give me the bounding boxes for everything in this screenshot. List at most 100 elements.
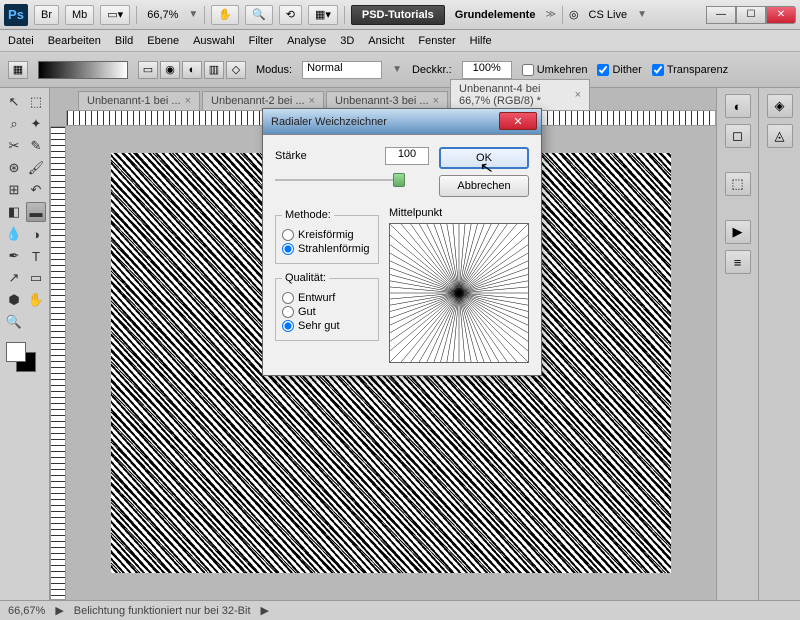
photoshop-logo: Ps (4, 4, 28, 26)
amount-slider[interactable] (275, 171, 405, 189)
pen-tool[interactable]: ✒ (4, 246, 24, 266)
zoom-display[interactable]: 66,7% (143, 9, 182, 21)
menu-3d[interactable]: 3D (340, 35, 354, 47)
tab-close-icon[interactable]: × (309, 95, 315, 107)
lasso-tool[interactable]: ⌕ (4, 114, 24, 134)
dialog-title: Radialer Weichzeichner (271, 116, 387, 128)
hand-tool-shortcut[interactable]: ✋ (211, 5, 239, 25)
amount-label: Stärke (275, 150, 307, 162)
transparency-checkbox[interactable]: Transparenz (652, 64, 728, 76)
color-swatches[interactable] (4, 340, 46, 376)
cancel-button[interactable]: Abbrechen (439, 175, 529, 197)
shape-tool[interactable]: ▭ (26, 268, 46, 288)
modus-select[interactable]: Normal (302, 61, 382, 79)
amount-input[interactable]: 100 (385, 147, 429, 165)
eyedropper-tool[interactable]: ✎ (26, 136, 46, 156)
close-button[interactable]: ✕ (766, 6, 796, 24)
minimize-button[interactable]: — (706, 6, 736, 24)
wand-tool[interactable]: ✦ (26, 114, 46, 134)
menu-hilfe[interactable]: Hilfe (470, 35, 492, 47)
ruler-vertical[interactable] (50, 126, 66, 600)
heal-tool[interactable]: ⊛ (4, 158, 24, 178)
options-bar: ▦ ▭ ◉ ◐ ▥ ◇ Modus: Normal▼ Deckkr.: 100%… (0, 52, 800, 88)
brush-tool[interactable]: 🖌 (26, 158, 46, 178)
marquee-tool[interactable]: ⬚ (26, 92, 46, 112)
linear-gradient-icon[interactable]: ▭ (138, 61, 158, 79)
quality-option-0[interactable]: Entwurf (282, 292, 372, 304)
bridge-button[interactable]: Br (34, 5, 59, 25)
arrange-docs-button[interactable]: ▦▾ (308, 5, 338, 25)
angle-gradient-icon[interactable]: ◐ (182, 61, 202, 79)
zoom-tool-shortcut[interactable]: 🔍 (245, 5, 273, 25)
reflected-gradient-icon[interactable]: ▥ (204, 61, 224, 79)
rotate-view-shortcut[interactable]: ⟲ (279, 5, 302, 25)
path-select-tool[interactable]: ↗ (4, 268, 24, 288)
quality-label: Qualität: (282, 272, 329, 284)
reverse-checkbox[interactable]: Umkehren (522, 64, 588, 76)
workspace-brand[interactable]: PSD-Tutorials (351, 5, 445, 25)
eraser-tool[interactable]: ◧ (4, 202, 24, 222)
radial-blur-dialog: Radialer Weichzeichner ✕ Stärke 100 OK A… (262, 108, 542, 376)
menu-fenster[interactable]: Fenster (418, 35, 455, 47)
method-option-0[interactable]: Kreisförmig (282, 229, 372, 241)
quality-option-1[interactable]: Gut (282, 306, 372, 318)
styles-panel-icon[interactable]: ◬ (767, 124, 793, 148)
dither-checkbox[interactable]: Dither (597, 64, 641, 76)
layers-panel-icon[interactable]: ⬚ (725, 172, 751, 196)
adjustments-panel-icon[interactable]: ◻ (725, 124, 751, 148)
modus-label: Modus: (256, 64, 292, 76)
radial-gradient-icon[interactable]: ◉ (160, 61, 180, 79)
doctab-3[interactable]: Unbenannt-4 bei 66,7% (RGB/8) *× (450, 79, 590, 110)
workspace-name[interactable]: Grundelemente (451, 9, 540, 21)
move-tool[interactable]: ↖ (4, 92, 24, 112)
menu-ansicht[interactable]: Ansicht (368, 35, 404, 47)
stamp-tool[interactable]: ⊞ (4, 180, 24, 200)
swatches-panel-icon[interactable]: ◈ (767, 94, 793, 118)
tab-close-icon[interactable]: × (433, 95, 439, 107)
tool-preset-picker[interactable]: ▦ (8, 61, 28, 79)
gradient-tool[interactable]: ▬ (26, 202, 46, 222)
color-panel-icon[interactable]: ◐ (725, 94, 751, 118)
screen-mode-button[interactable]: ▭▾ (100, 5, 130, 25)
maximize-button[interactable]: ☐ (736, 6, 766, 24)
toolbox: ↖ ⬚ ⌕ ✦ ✂ ✎ ⊛ 🖌 ⊞ ↶ ◧ ▬ 💧 ◑ ✒ T ↗ ▭ ⬢ ✋ … (0, 88, 50, 600)
menu-ebene[interactable]: Ebene (147, 35, 179, 47)
dialog-close-button[interactable]: ✕ (499, 112, 537, 130)
history-brush-tool[interactable]: ↶ (26, 180, 46, 200)
crop-tool[interactable]: ✂ (4, 136, 24, 156)
menu-analyse[interactable]: Analyse (287, 35, 326, 47)
diamond-gradient-icon[interactable]: ◇ (226, 61, 246, 79)
status-message: Belichtung funktioniert nur bei 32-Bit (74, 605, 251, 617)
cslive-button[interactable]: CS Live (585, 9, 632, 21)
titlebar: Ps Br Mb ▭▾ 66,7% ▼ ✋ 🔍 ⟲ ▦▾ PSD-Tutoria… (0, 0, 800, 30)
center-preview[interactable] (389, 223, 529, 363)
ok-button[interactable]: OK (439, 147, 529, 169)
blur-tool[interactable]: 💧 (4, 224, 24, 244)
actions-panel-icon[interactable]: ▶ (725, 220, 751, 244)
minibridge-button[interactable]: Mb (65, 5, 94, 25)
panel-dock-left: ◐ ◻ ⬚ ▶ ≡ (716, 88, 758, 600)
center-label: Mittelpunkt (389, 207, 529, 219)
menu-filter[interactable]: Filter (249, 35, 273, 47)
dodge-tool[interactable]: ◑ (26, 224, 46, 244)
tab-close-icon[interactable]: × (185, 95, 191, 107)
doctab-0[interactable]: Unbenannt-1 bei ...× (78, 91, 200, 110)
zoom-tool[interactable]: 🔍 (4, 312, 24, 332)
hand-tool[interactable]: ✋ (26, 290, 46, 310)
dialog-titlebar[interactable]: Radialer Weichzeichner ✕ (263, 109, 541, 135)
tab-close-icon[interactable]: × (575, 89, 581, 101)
gradient-preview[interactable] (38, 61, 128, 79)
cslive-icon: ◎ (569, 8, 579, 21)
3d-tool[interactable]: ⬢ (4, 290, 24, 310)
document-tabs: Unbenannt-1 bei ...×Unbenannt-2 bei ...×… (50, 88, 716, 110)
history-panel-icon[interactable]: ≡ (725, 250, 751, 274)
quality-option-2[interactable]: Sehr gut (282, 320, 372, 332)
status-zoom[interactable]: 66,67% (8, 605, 45, 617)
menu-bild[interactable]: Bild (115, 35, 133, 47)
menu-datei[interactable]: Datei (8, 35, 34, 47)
menu-bearbeiten[interactable]: Bearbeiten (48, 35, 101, 47)
type-tool[interactable]: T (26, 246, 46, 266)
opacity-input[interactable]: 100% (462, 61, 512, 79)
menu-auswahl[interactable]: Auswahl (193, 35, 235, 47)
method-option-1[interactable]: Strahlenförmig (282, 243, 372, 255)
